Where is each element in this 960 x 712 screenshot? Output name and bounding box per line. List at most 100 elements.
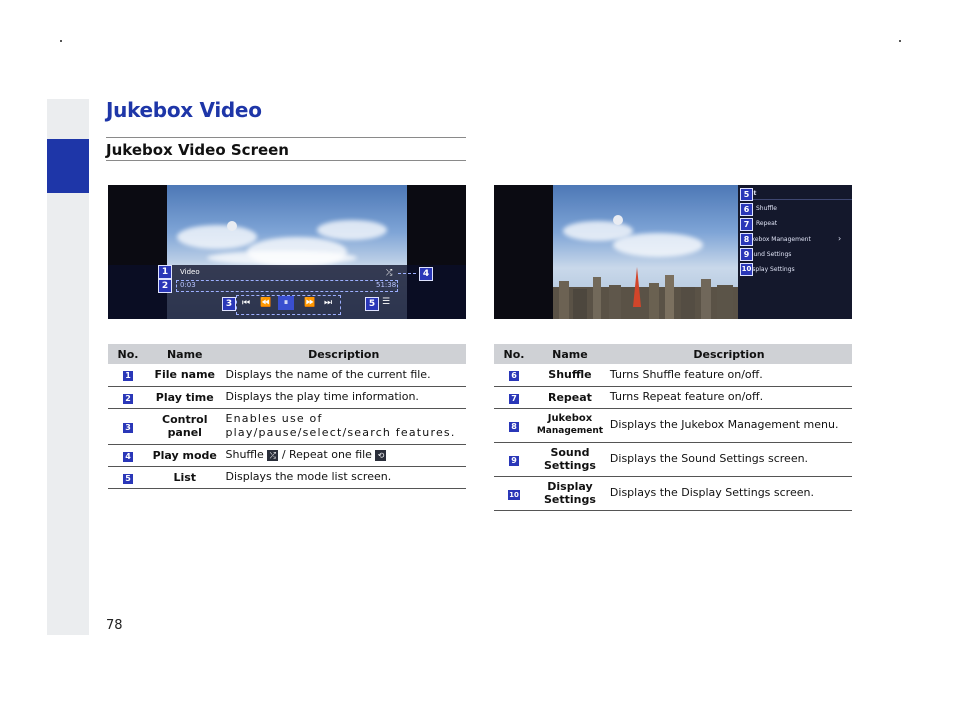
row-number-badge: 2 bbox=[123, 394, 133, 404]
table-row: 7 Repeat Turns Repeat feature on/off. bbox=[494, 386, 852, 408]
callout-5: 5 bbox=[365, 297, 379, 311]
menu-item-repeat[interactable]: Repeat bbox=[756, 220, 777, 227]
chevron-right-icon: › bbox=[838, 234, 841, 243]
rewind-icon[interactable]: ⏪ bbox=[260, 298, 271, 308]
row-name: Display Settings bbox=[534, 476, 606, 510]
row-number-badge: 5 bbox=[123, 474, 133, 484]
cloud bbox=[317, 220, 387, 240]
menu-item-display-settings[interactable]: Display Settings bbox=[746, 266, 795, 273]
play-mode-leader bbox=[398, 273, 416, 274]
row-number-badge: 8 bbox=[509, 422, 519, 432]
row-description: Enables use of play/pause/select/search … bbox=[221, 408, 466, 444]
table-row: 9 Sound Settings Displays the Sound Sett… bbox=[494, 442, 852, 476]
table-header-row: No. Name Description bbox=[108, 344, 466, 364]
city-skyline bbox=[553, 259, 743, 319]
play-time-outline bbox=[176, 280, 398, 292]
row-description: Shuffle ⤮ / Repeat one file ⟲ bbox=[221, 444, 466, 466]
title-rule-top bbox=[106, 137, 466, 138]
jukebox-list-screen: List Shuffle Repeat Jukebox Management ›… bbox=[494, 185, 852, 319]
chapter-tab bbox=[47, 139, 89, 193]
skip-back-icon[interactable]: ⏮ bbox=[242, 298, 250, 308]
title-rule-bottom bbox=[106, 160, 466, 161]
row-name: Sound Settings bbox=[534, 442, 606, 476]
play-time-total: 51:38 bbox=[376, 281, 396, 289]
callout-2: 2 bbox=[158, 279, 172, 293]
row-description: Displays the name of the current file. bbox=[221, 364, 466, 386]
cloud bbox=[613, 233, 703, 257]
repeat-one-icon: ⟲ bbox=[375, 450, 386, 461]
row-number-badge: 1 bbox=[123, 371, 133, 381]
callout-1: 1 bbox=[158, 265, 172, 279]
page-title: Jukebox Video bbox=[106, 98, 262, 122]
col-name: Name bbox=[534, 344, 606, 364]
row-number: 4 bbox=[108, 444, 148, 466]
col-description: Description bbox=[221, 344, 466, 364]
row-description: Displays the mode list screen. bbox=[221, 466, 466, 488]
row-description: Displays the Display Settings screen. bbox=[606, 476, 852, 510]
callout-4: 4 bbox=[419, 267, 433, 281]
row-description: Displays the Sound Settings screen. bbox=[606, 442, 852, 476]
row-number-badge: 9 bbox=[509, 456, 519, 466]
row-name: Shuffle bbox=[534, 364, 606, 386]
row-name: Play mode bbox=[148, 444, 221, 466]
file-name-label: Video bbox=[180, 268, 200, 276]
row-number-badge: 7 bbox=[509, 394, 519, 404]
crop-mark-right bbox=[899, 40, 901, 42]
row-name: Repeat bbox=[534, 386, 606, 408]
list-menu: List Shuffle Repeat Jukebox Management ›… bbox=[738, 185, 852, 319]
shuffle-icon[interactable]: ⤮ bbox=[386, 268, 392, 278]
callout-8: 8 bbox=[740, 233, 753, 246]
callout-10: 10 bbox=[740, 263, 753, 276]
list-icon[interactable]: ☰ bbox=[382, 297, 390, 307]
row-number: 7 bbox=[494, 386, 534, 408]
table-row: 1 File name Displays the name of the cur… bbox=[108, 364, 466, 386]
row-description: Turns Repeat feature on/off. bbox=[606, 386, 852, 408]
table-row: 4 Play mode Shuffle ⤮ / Repeat one file … bbox=[108, 444, 466, 466]
row-name-line1: Jukebox bbox=[535, 412, 605, 425]
menu-item-jukebox-management[interactable]: Jukebox Management bbox=[746, 236, 811, 243]
callout-7: 7 bbox=[740, 218, 753, 231]
row-number-badge: 3 bbox=[123, 423, 133, 433]
col-no: No. bbox=[108, 344, 148, 364]
callout-9: 9 bbox=[740, 248, 753, 261]
col-description: Description bbox=[606, 344, 852, 364]
table-row: 10 Display Settings Displays the Display… bbox=[494, 476, 852, 510]
moon bbox=[613, 215, 623, 225]
row-number-badge: 4 bbox=[123, 452, 133, 462]
row-number: 6 bbox=[494, 364, 534, 386]
moon bbox=[227, 221, 237, 231]
page-number: 78 bbox=[106, 618, 123, 633]
jukebox-video-screen: Video ⤮ 0:03 51:38 ⏮ ⏪ ⏸ ⏩ ⏭ ☰ 1 2 3 4 5 bbox=[108, 185, 466, 319]
col-no: No. bbox=[494, 344, 534, 364]
shuffle-icon: ⤮ bbox=[267, 450, 278, 461]
row-number: 8 bbox=[494, 408, 534, 442]
row-number: 10 bbox=[494, 476, 534, 510]
row-number: 1 bbox=[108, 364, 148, 386]
menu-item-shuffle[interactable]: Shuffle bbox=[756, 205, 777, 212]
row-description: Displays the Jukebox Management menu. bbox=[606, 408, 852, 442]
table-row: 5 List Displays the mode list screen. bbox=[108, 466, 466, 488]
cloud bbox=[177, 225, 257, 249]
play-mode-repeat-text: / Repeat one file bbox=[282, 448, 372, 461]
col-name: Name bbox=[148, 344, 221, 364]
pause-button[interactable]: ⏸ bbox=[278, 296, 294, 310]
table-header-row: No. Name Description bbox=[494, 344, 852, 364]
table-row: 8 Jukebox Management Displays the Jukebo… bbox=[494, 408, 852, 442]
row-name: List bbox=[148, 466, 221, 488]
row-number: 3 bbox=[108, 408, 148, 444]
section-title: Jukebox Video Screen bbox=[106, 141, 289, 159]
row-number-badge: 6 bbox=[509, 371, 519, 381]
row-name: Jukebox Management bbox=[534, 408, 606, 442]
table-row: 3 Control panel Enables use of play/paus… bbox=[108, 408, 466, 444]
callout-3: 3 bbox=[222, 297, 236, 311]
fast-forward-icon[interactable]: ⏩ bbox=[304, 298, 315, 308]
row-description: Displays the play time information. bbox=[221, 386, 466, 408]
row-name-line2: Management bbox=[535, 425, 605, 438]
play-time-elapsed: 0:03 bbox=[180, 281, 196, 289]
row-number: 9 bbox=[494, 442, 534, 476]
skip-forward-icon[interactable]: ⏭ bbox=[324, 298, 332, 308]
row-number: 2 bbox=[108, 386, 148, 408]
callout-5: 5 bbox=[740, 188, 753, 201]
row-number-badge: 10 bbox=[508, 490, 520, 500]
row-description: Turns Shuffle feature on/off. bbox=[606, 364, 852, 386]
